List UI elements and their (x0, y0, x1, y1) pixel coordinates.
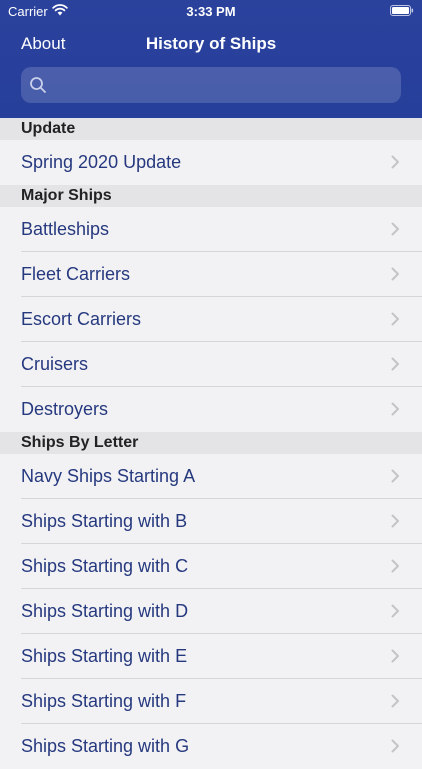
list-item[interactable]: Ships Starting with F (0, 679, 422, 724)
chevron-right-icon (391, 514, 399, 528)
chevron-right-icon (391, 402, 399, 416)
list-item-label: Ships Starting with D (21, 601, 189, 621)
list-item[interactable]: Fleet Carriers (0, 252, 422, 297)
list-item[interactable]: Ships Starting with G (0, 724, 422, 769)
list-item-label: Ships Starting with E (21, 646, 188, 666)
list-item-label: Cruisers (21, 354, 89, 374)
chevron-right-icon (391, 649, 399, 663)
list-item-label: Ships Starting with G (21, 736, 190, 756)
list-item[interactable]: Ships Starting with B (0, 499, 422, 544)
chevron-right-icon (391, 155, 399, 169)
list-item-label: Destroyers (21, 399, 109, 419)
chevron-right-icon (391, 312, 399, 326)
list-item-label: Navy Ships Starting A (21, 466, 196, 486)
chevron-right-icon (391, 357, 399, 371)
ship-category-list: Update Spring 2020 Update Major Ships Battl… (0, 118, 422, 769)
chevron-right-icon (391, 559, 399, 573)
list-item[interactable]: Escort Carriers (0, 297, 422, 342)
list-item[interactable]: Destroyers (0, 387, 422, 432)
chevron-right-icon (391, 739, 399, 753)
list-item[interactable]: Spring 2020 Update (0, 140, 422, 185)
list-item-label: Ships Starting with C (21, 556, 189, 576)
clock: 3:33 PM (186, 4, 236, 19)
chevron-right-icon (391, 267, 399, 281)
chevron-right-icon (391, 694, 399, 708)
chevron-right-icon (391, 604, 399, 618)
status-bar: Carrier 3:33 PM (0, 0, 422, 22)
page-title: History of Ships (145, 34, 277, 53)
list-item[interactable]: Navy Ships Starting A (0, 454, 422, 499)
section-header: Ships By Letter (0, 432, 422, 454)
list-item[interactable]: Battleships (0, 207, 422, 252)
list-item-label: Battleships (21, 219, 110, 239)
list-item-label: Spring 2020 Update (21, 152, 182, 172)
list-item[interactable]: Ships Starting with C (0, 544, 422, 589)
search-icon (30, 77, 46, 93)
search-input[interactable] (53, 67, 393, 103)
nav-bar: About History of Ships (0, 30, 422, 60)
chevron-right-icon (391, 222, 399, 236)
list-item-label: Fleet Carriers (21, 264, 131, 284)
list-item[interactable]: Ships Starting with D (0, 589, 422, 634)
search-bar[interactable] (21, 67, 401, 103)
battery-icon (390, 5, 414, 16)
list-item-label: Ships Starting with B (21, 511, 188, 531)
section-header: Update (0, 118, 422, 140)
list-item[interactable]: Ships Starting with E (0, 634, 422, 679)
list-item-label: Ships Starting with F (21, 691, 187, 711)
section-header: Major Ships (0, 185, 422, 207)
list-item-label: Escort Carriers (21, 309, 142, 329)
list-item[interactable]: Cruisers (0, 342, 422, 387)
chevron-right-icon (391, 469, 399, 483)
navigation-header: Carrier 3:33 PM About History of Ships (0, 0, 422, 118)
